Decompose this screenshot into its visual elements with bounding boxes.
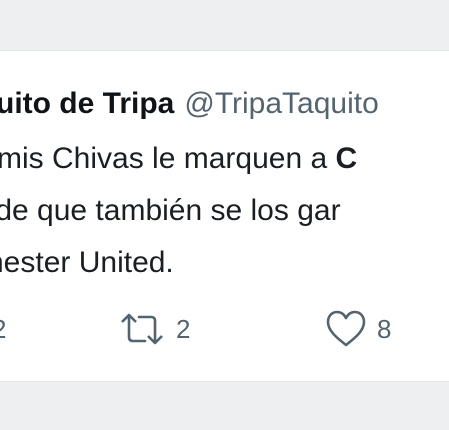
tweet-text-line: chester United. [0, 237, 357, 289]
heart-icon [325, 310, 367, 348]
tweet-text-segment: á mis Chivas le marquen a [0, 142, 336, 175]
retweet-button[interactable]: 2 [118, 309, 190, 349]
tweet-text-segment: s de que también se los gar [0, 194, 341, 227]
reply-button[interactable]: 2 [0, 309, 6, 349]
tweet-text-segment: chester United. [0, 246, 174, 279]
retweet-icon [118, 312, 166, 346]
author-name[interactable]: uito de Tripa [0, 87, 174, 120]
reply-count: 2 [0, 314, 6, 345]
author-handle[interactable]: @TripaTaquito [184, 87, 378, 120]
like-button[interactable]: 8 [325, 309, 391, 349]
tweet-text-line: á mis Chivas le marquen a C [0, 133, 357, 185]
tweet-actions: 2 2 8 [0, 309, 449, 349]
tweet-text-line: s de que también se los gar [0, 185, 357, 237]
tweet-text-bold: C [335, 142, 358, 175]
like-count: 8 [377, 313, 392, 344]
retweet-count: 2 [176, 313, 191, 344]
tweet-card[interactable]: uito de Tripa @TripaTaquito á mis Chivas … [0, 50, 449, 382]
tweet-text: á mis Chivas le marquen a C s de que tam… [0, 133, 357, 289]
tweet-header: uito de Tripa @TripaTaquito [0, 87, 379, 121]
